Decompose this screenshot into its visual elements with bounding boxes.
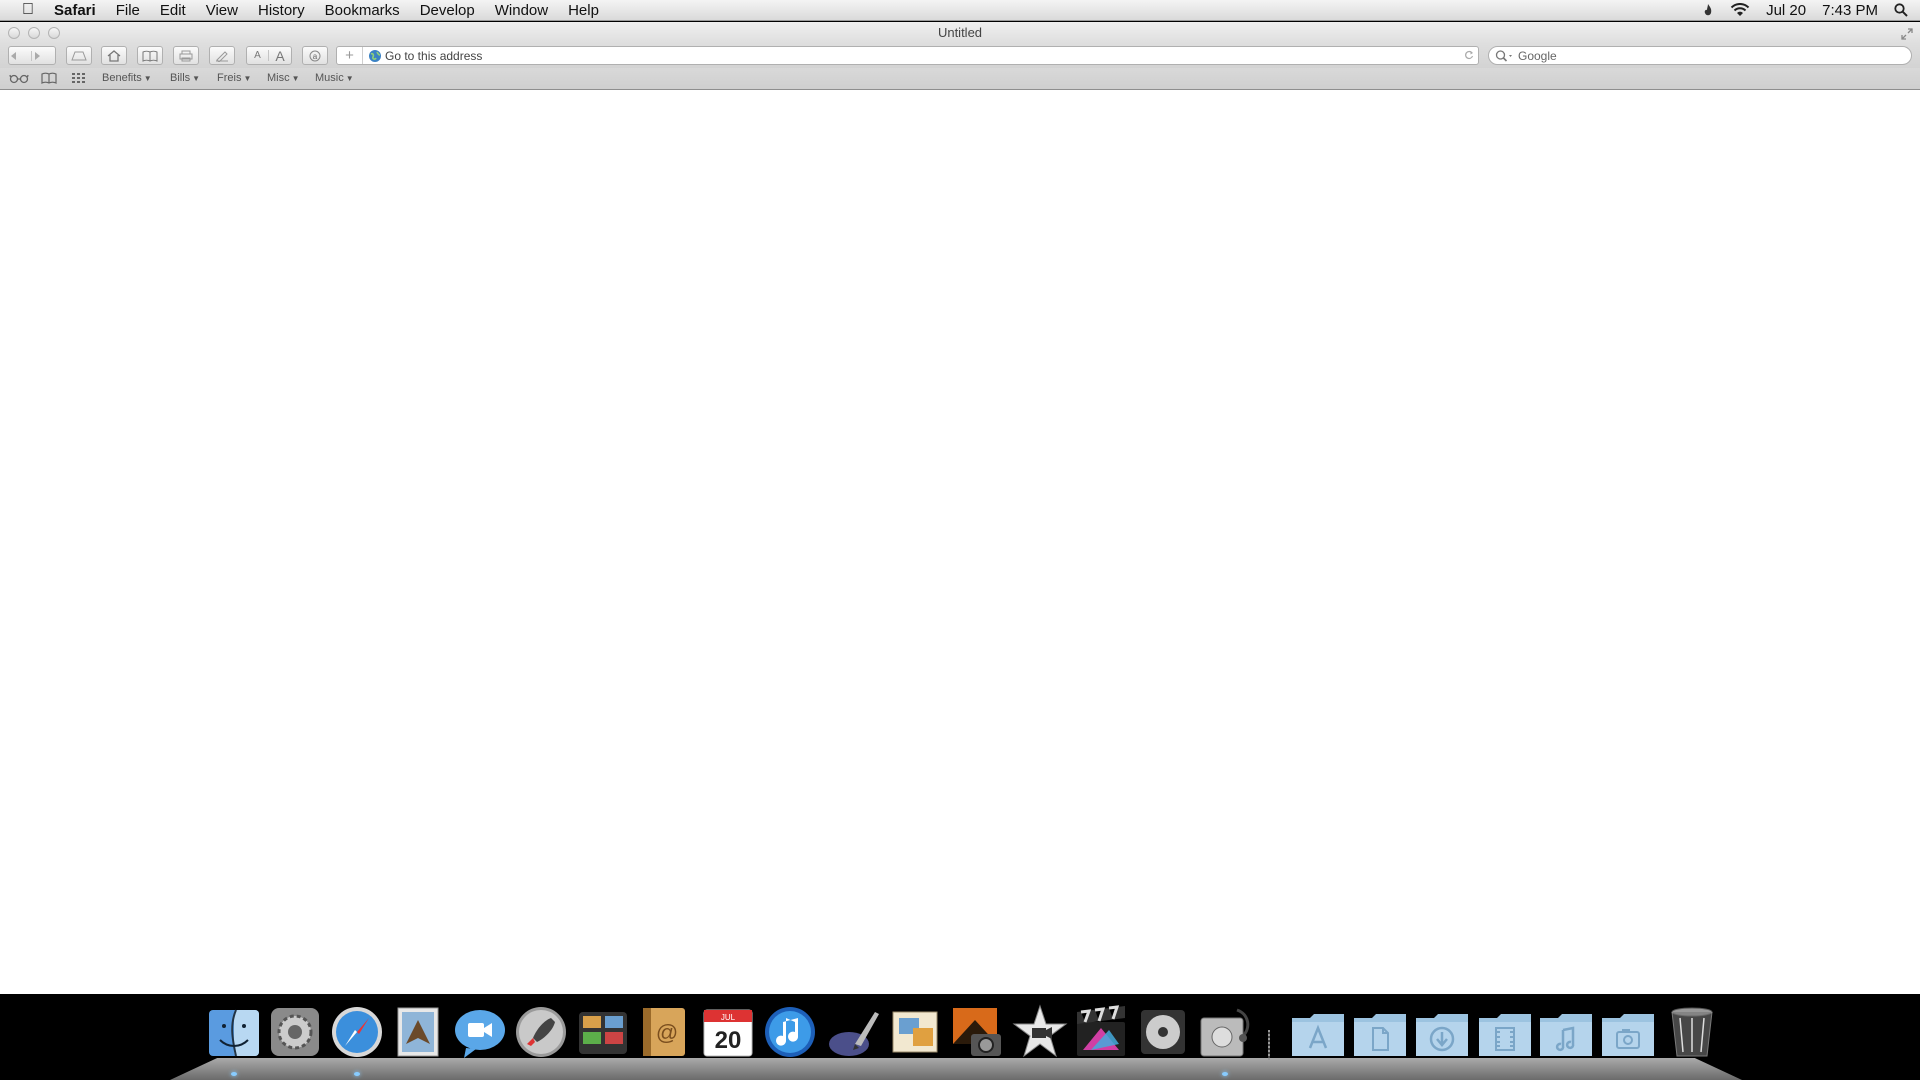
chevron-down-icon: ▼ [345, 74, 354, 83]
back-forward-buttons [8, 46, 56, 65]
menu-help[interactable]: Help [558, 0, 609, 21]
title-bar[interactable]: Untitled [0, 22, 1920, 44]
chevron-down-icon: ▼ [143, 74, 152, 83]
web-content-area[interactable] [0, 93, 1920, 994]
itunes-icon[interactable] [762, 1004, 818, 1060]
home-button[interactable] [101, 46, 127, 65]
zoom-window-button[interactable] [48, 27, 60, 39]
svg-text:a: a [313, 52, 318, 61]
text-smaller-button[interactable]: A [247, 50, 270, 61]
final-cut-pro-icon[interactable] [1073, 1004, 1129, 1060]
home-icon [107, 49, 121, 62]
window-title: Untitled [937, 25, 983, 40]
top-sites-button[interactable] [66, 46, 92, 65]
print-button[interactable] [173, 46, 199, 65]
photo-browser-icon[interactable] [575, 1004, 631, 1060]
menu-window[interactable]: Window [485, 0, 558, 21]
menu-safari[interactable]: Safari [42, 0, 106, 21]
menu-clock-time[interactable]: 7:43 PM [1814, 0, 1886, 21]
add-bookmark-icon[interactable]: + [337, 47, 363, 64]
search-input[interactable] [1518, 48, 1911, 63]
fullscreen-icon[interactable] [1900, 26, 1914, 40]
bookmark-folder-benefits[interactable]: Benefits ▼ [102, 72, 152, 84]
image-capture-icon[interactable] [949, 1004, 1005, 1060]
safari-icon[interactable] [329, 1004, 385, 1060]
ical-icon[interactable]: JUL 20 [700, 1004, 756, 1060]
amazon-button[interactable]: a [302, 46, 328, 65]
show-bookmarks-icon[interactable] [40, 72, 58, 87]
dvd-player-icon[interactable] [1135, 1004, 1191, 1060]
disk-utility-running-indicator [1222, 1072, 1228, 1076]
spotlight-icon[interactable] [1886, 3, 1920, 17]
back-icon[interactable] [9, 50, 33, 61]
apple-menu-icon[interactable]:  [14, 1, 42, 19]
bookmark-folder-freis[interactable]: Freis ▼ [217, 72, 251, 84]
finder-running-indicator [231, 1072, 237, 1076]
menu-history[interactable]: History [248, 0, 315, 21]
script-editor-icon[interactable] [825, 1004, 881, 1060]
menu-bookmarks[interactable]: Bookmarks [315, 0, 410, 21]
pictures-folder-icon[interactable] [1600, 1004, 1656, 1060]
music-folder-icon[interactable] [1538, 1004, 1594, 1060]
imovie-icon[interactable] [1012, 1004, 1068, 1060]
pencil-icon [216, 50, 228, 62]
address-input[interactable] [385, 48, 1460, 63]
mail-icon[interactable] [390, 1004, 446, 1060]
dock-separator [1268, 1030, 1270, 1060]
applications-folder-icon[interactable] [1290, 1004, 1346, 1060]
search-bar [1488, 46, 1912, 65]
globe-icon [368, 49, 382, 63]
search-icon[interactable] [1495, 49, 1515, 63]
bookmark-folder-bills[interactable]: Bills ▼ [170, 72, 200, 84]
menu-file[interactable]: File [106, 0, 150, 21]
printer-icon [179, 50, 193, 61]
bookmarks-bar: Benefits ▼ Bills ▼ Freis ▼ Misc ▼ Music ▼ [0, 68, 1920, 90]
top-sites-grid-icon[interactable] [71, 72, 87, 87]
text-size-buttons: A A [246, 46, 292, 65]
address-bar: + [336, 46, 1479, 65]
chevron-down-icon: ▼ [243, 74, 252, 83]
menu-view[interactable]: View [196, 0, 248, 21]
calendar-day: 20 [715, 1027, 742, 1054]
menu-bar:  Safari File Edit View History Bookmark… [0, 0, 1920, 21]
reading-list-icon[interactable] [9, 72, 29, 87]
chevron-down-icon: ▼ [291, 74, 300, 83]
amazon-icon: a [309, 50, 321, 61]
launchpad-icon[interactable] [513, 1004, 569, 1060]
toolbar: A A a + [0, 44, 1920, 68]
address-book-icon[interactable]: @ [637, 1004, 693, 1060]
disk-utility-icon[interactable] [1197, 1004, 1253, 1060]
downloads-folder-icon[interactable] [1414, 1004, 1470, 1060]
open-book-icon [142, 50, 158, 62]
svg-text:@: @ [656, 1020, 678, 1045]
bookmark-folder-misc[interactable]: Misc ▼ [267, 72, 300, 84]
finder-icon[interactable] [206, 1004, 262, 1060]
edit-button[interactable] [209, 46, 235, 65]
preview-icon[interactable] [887, 1004, 943, 1060]
chevron-down-icon: ▼ [192, 74, 201, 83]
bookmark-folder-music[interactable]: Music ▼ [315, 72, 354, 84]
close-window-button[interactable] [8, 27, 20, 39]
menu-clock-date[interactable]: Jul 20 [1758, 0, 1814, 21]
menu-develop[interactable]: Develop [410, 0, 485, 21]
safari-running-indicator [354, 1072, 360, 1076]
menu-edit[interactable]: Edit [150, 0, 196, 21]
menu-extras: Jul 20 7:43 PM [1694, 0, 1920, 21]
forward-icon[interactable] [32, 51, 55, 61]
trash-icon[interactable] [1664, 1004, 1720, 1060]
dock-shelf [170, 1058, 1742, 1080]
top-sites-icon [71, 51, 87, 60]
reload-icon[interactable] [1460, 49, 1478, 63]
minimize-window-button[interactable] [28, 27, 40, 39]
bookmarks-button[interactable] [137, 46, 163, 65]
browser-window: Untitled A A a + Go to this address Goog… [0, 22, 1920, 994]
movies-folder-icon[interactable] [1477, 1004, 1533, 1060]
calendar-month: JUL [721, 1013, 736, 1022]
wifi-icon[interactable] [1722, 3, 1758, 17]
system-preferences-icon[interactable] [267, 1004, 323, 1060]
flame-icon[interactable] [1694, 3, 1722, 17]
text-bigger-button[interactable]: A [269, 48, 291, 64]
documents-folder-icon[interactable] [1352, 1004, 1408, 1060]
facetime-icon[interactable] [452, 1004, 508, 1060]
